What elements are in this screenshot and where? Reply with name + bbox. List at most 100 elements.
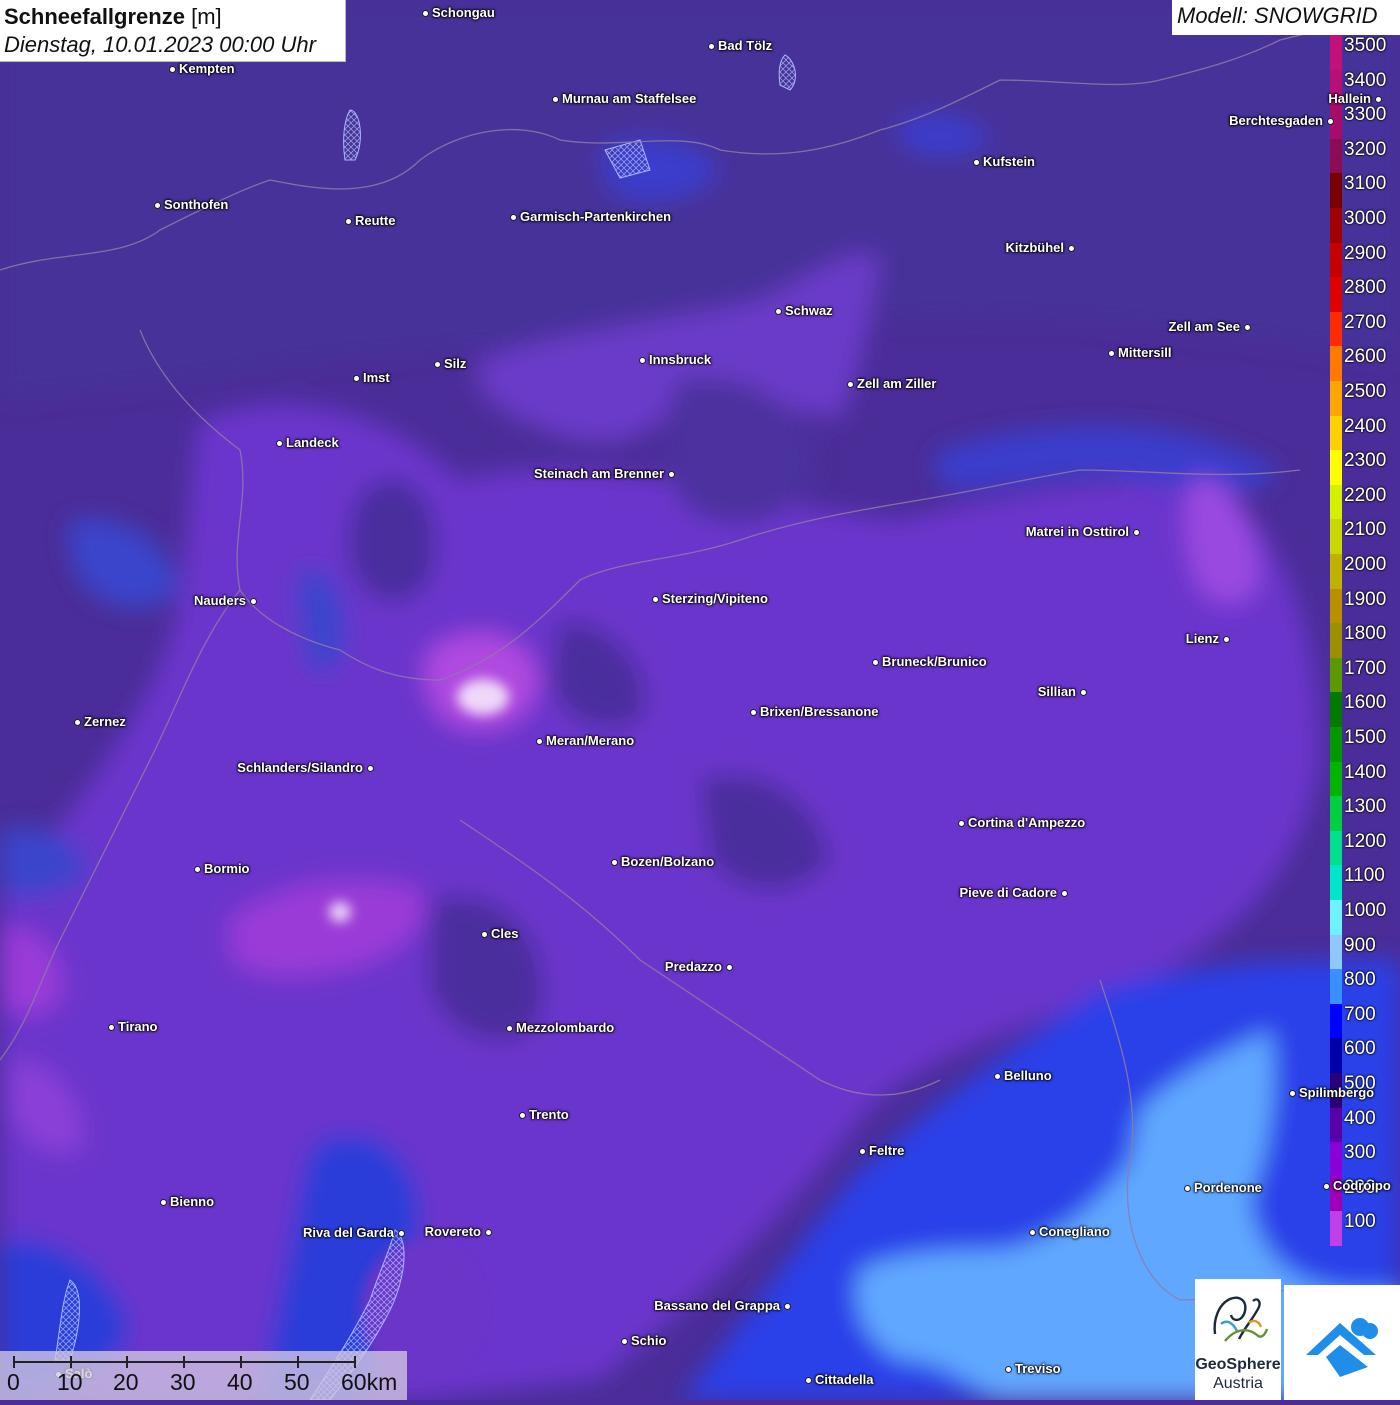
city-label: Reutte <box>355 213 396 228</box>
city-marker <box>725 963 733 971</box>
city-label: Cortina d'Ampezzo <box>968 815 1086 830</box>
city-label: Bienno <box>170 1194 215 1209</box>
city-marker <box>193 865 201 873</box>
legend-label: 2300 <box>1344 450 1387 472</box>
city-marker <box>1183 1184 1191 1192</box>
city-label: Schwaz <box>785 303 833 318</box>
city-label: Predazzo <box>664 959 722 974</box>
legend-row: 1900 <box>1328 588 1400 624</box>
city-label: Mezzolombardo <box>516 1020 615 1035</box>
city-label: Steinach am Brenner <box>533 466 664 481</box>
geosphere-sub: Austria <box>1213 1375 1263 1392</box>
scale-tick <box>240 1356 242 1368</box>
city-marker <box>1079 688 1087 696</box>
scale-tick <box>354 1356 356 1368</box>
legend-label: 1700 <box>1344 657 1387 679</box>
legend-swatch <box>1330 1211 1342 1247</box>
legend-swatch <box>1330 311 1342 347</box>
city-label: Kufstein <box>983 154 1035 169</box>
city-label: Sonthofen <box>164 197 229 212</box>
city-label: Bruneck/Brunico <box>882 654 987 669</box>
city-marker <box>993 1072 1001 1080</box>
city-marker <box>1060 889 1068 897</box>
city-label: Innsbruck <box>649 352 712 367</box>
city-label: Pordenone <box>1194 1180 1262 1195</box>
city-label: Murnau am Staffelsee <box>562 91 697 106</box>
legend-row: 2400 <box>1328 415 1400 451</box>
legend-label: 1500 <box>1344 727 1387 748</box>
city-label: Schio <box>631 1333 667 1348</box>
city-label: Imst <box>363 370 390 385</box>
city-label: Zell am See <box>1168 319 1240 334</box>
legend-row: 3200 <box>1328 138 1400 174</box>
legend-swatch <box>1330 588 1342 624</box>
city-label: Bormio <box>204 861 250 876</box>
scale-tick <box>70 1356 72 1368</box>
scale-tick <box>13 1356 15 1368</box>
city-marker <box>535 737 543 745</box>
city-label: Bozen/Bolzano <box>621 854 715 869</box>
legend-row: 300 <box>1328 1142 1400 1178</box>
legend-row: 3500 <box>1328 35 1400 70</box>
legend-label: 1000 <box>1344 900 1387 921</box>
legend-swatch <box>1330 934 1342 970</box>
city-label: Matrei in Osttirol <box>1025 524 1129 539</box>
legend-label: 3000 <box>1344 208 1387 229</box>
city-marker <box>518 1111 526 1119</box>
mountain-cloud-icon <box>1306 1318 1378 1377</box>
city-label: Bad Tölz <box>718 38 773 53</box>
legend-label: 1300 <box>1344 796 1387 818</box>
city-marker <box>871 658 879 666</box>
scale-tick <box>297 1356 299 1368</box>
legend-swatch <box>1330 346 1342 382</box>
geosphere-logo[interactable]: GeoSphere Austria <box>1195 1279 1281 1400</box>
legend-swatch <box>1330 381 1342 416</box>
legend-row: 1400 <box>1328 761 1400 797</box>
legend-swatch <box>1330 138 1342 174</box>
city-marker <box>159 1198 167 1206</box>
city-marker <box>667 470 675 478</box>
city-label: Tirano <box>118 1019 158 1034</box>
legend-label: 1400 <box>1344 761 1387 783</box>
city-label: Schongau <box>432 5 495 20</box>
scale-label: 40 <box>227 1369 253 1395</box>
city-marker <box>707 42 715 50</box>
legend-row: 1700 <box>1328 657 1400 693</box>
city-label: Berchtesgaden <box>1229 113 1323 128</box>
legend-swatch <box>1330 173 1342 209</box>
legend-swatch <box>1330 277 1342 313</box>
warn-app-logo[interactable] <box>1284 1285 1400 1400</box>
legend-label: 3400 <box>1344 69 1387 91</box>
legend-swatch <box>1330 865 1342 901</box>
legend-swatch <box>1330 484 1342 520</box>
city-marker <box>352 374 360 382</box>
legend-label: 1600 <box>1344 692 1387 714</box>
legend-label: 1200 <box>1344 830 1387 852</box>
scale-label: 50 <box>284 1369 310 1395</box>
city-marker <box>397 1229 405 1237</box>
city-label: Feltre <box>869 1143 905 1158</box>
legend-label: 700 <box>1344 1003 1376 1025</box>
legend-label: 2700 <box>1344 311 1387 333</box>
legend-label: 400 <box>1344 1107 1376 1129</box>
legend-row: 2800 <box>1328 277 1400 313</box>
city-marker <box>344 217 352 225</box>
city-marker <box>107 1023 115 1031</box>
city-marker <box>480 930 488 938</box>
legend-label: 3500 <box>1344 35 1387 56</box>
map-date: Dienstag, 10.01.2023 00:00 Uhr <box>4 32 316 57</box>
legend-row: 2000 <box>1328 554 1400 589</box>
geosphere-swirl-icon <box>1213 1296 1269 1342</box>
city-label: Sterzing/Vipiteno <box>662 591 768 606</box>
city-marker <box>774 307 782 315</box>
scale-tick <box>126 1356 128 1368</box>
city-label: Garmisch-Partenkirchen <box>520 209 672 224</box>
legend-row: 800 <box>1328 969 1400 1005</box>
color-legend: 3500 3400 3300 3200 3100 3000 2900 2800 2700 2600… <box>1328 35 1400 1247</box>
legend-row: 1600 <box>1328 692 1400 728</box>
legend-swatch <box>1330 208 1342 243</box>
city-marker <box>1288 1089 1296 1097</box>
legend-row: 2200 <box>1328 484 1400 520</box>
legend-label: 2900 <box>1344 242 1387 264</box>
scale-label: 30 <box>170 1369 196 1395</box>
